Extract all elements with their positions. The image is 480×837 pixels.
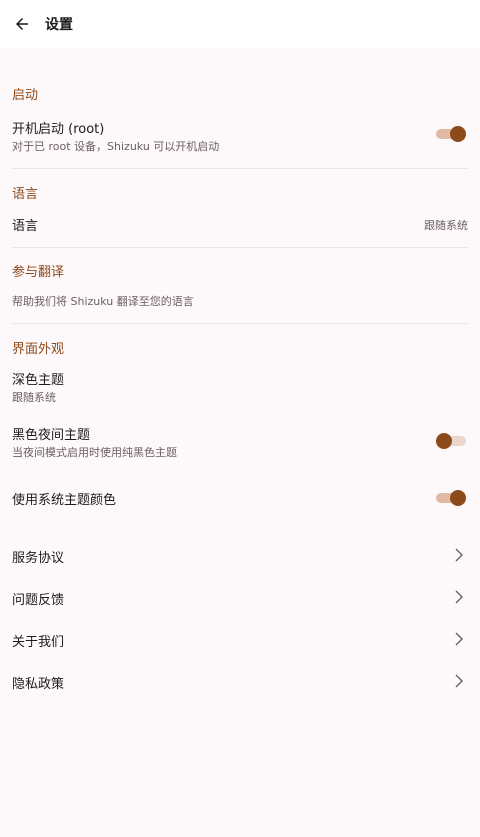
- link-label: 问题反馈: [12, 593, 65, 608]
- divider: [12, 168, 468, 169]
- link-feedback[interactable]: 问题反馈: [0, 580, 480, 614]
- language-value: 跟随系统: [424, 219, 468, 232]
- link-terms-of-service[interactable]: 服务协议: [0, 538, 480, 572]
- translate-summary: 帮助我们将 Shizuku 翻译至您的语言: [12, 295, 194, 308]
- link-label: 隐私政策: [12, 677, 65, 692]
- boot-start-summary: 对于已 root 设备，Shizuku 可以开机启动: [12, 140, 220, 153]
- dark-theme-title: 深色主题: [12, 373, 65, 388]
- black-night-pref[interactable]: 黑色夜间主题 当夜间模式启用时使用纯黑色主题: [0, 417, 480, 467]
- section-header-translate: 参与翻译: [12, 265, 65, 280]
- dark-theme-summary: 跟随系统: [12, 391, 56, 404]
- page-title: 设置: [45, 17, 73, 33]
- translate-pref[interactable]: 帮助我们将 Shizuku 翻译至您的语言: [0, 284, 480, 314]
- switch-thumb: [450, 490, 466, 506]
- chevron-right-icon: [455, 590, 463, 604]
- black-night-summary: 当夜间模式启用时使用纯黑色主题: [12, 446, 177, 459]
- boot-start-pref[interactable]: 开机启动 (root) 对于已 root 设备，Shizuku 可以开机启动: [0, 110, 480, 160]
- divider: [12, 323, 468, 324]
- back-button[interactable]: [10, 12, 34, 36]
- chevron-right-icon: [455, 674, 463, 688]
- language-pref[interactable]: 语言 跟随系统: [0, 206, 480, 240]
- boot-start-title: 开机启动 (root): [12, 122, 105, 137]
- boot-start-switch[interactable]: [436, 126, 466, 142]
- chevron-right-icon: [455, 632, 463, 646]
- system-color-pref[interactable]: 使用系统主题颜色: [0, 482, 480, 514]
- divider: [12, 247, 468, 248]
- system-color-switch[interactable]: [436, 490, 466, 506]
- black-night-title: 黑色夜间主题: [12, 428, 91, 443]
- app-bar: 设置: [0, 0, 480, 48]
- chevron-right-icon: [455, 548, 463, 562]
- switch-thumb: [450, 126, 466, 142]
- link-label: 服务协议: [12, 551, 65, 566]
- section-header-appearance: 界面外观: [12, 342, 65, 357]
- arrow-back-icon: [16, 18, 28, 30]
- language-title: 语言: [12, 219, 39, 234]
- dark-theme-pref[interactable]: 深色主题 跟随系统: [0, 362, 480, 406]
- system-color-title: 使用系统主题颜色: [12, 493, 117, 508]
- link-about-us[interactable]: 关于我们: [0, 622, 480, 656]
- section-header-language: 语言: [12, 187, 39, 202]
- section-header-startup: 启动: [12, 88, 39, 103]
- link-privacy-policy[interactable]: 隐私政策: [0, 664, 480, 698]
- link-label: 关于我们: [12, 635, 65, 650]
- black-night-switch[interactable]: [436, 433, 466, 449]
- switch-thumb: [436, 433, 452, 449]
